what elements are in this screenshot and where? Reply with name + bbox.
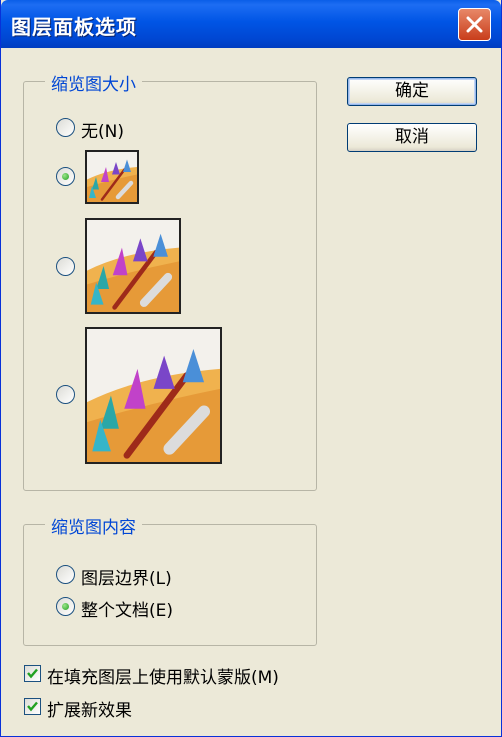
- thumbnail-medium-preview[interactable]: [85, 218, 181, 314]
- check-icon: [27, 701, 38, 712]
- ok-button[interactable]: 确定: [347, 77, 477, 106]
- thumbnail-contents-legend: 缩览图内容: [45, 513, 142, 538]
- thumbnail-size-legend: 缩览图大小: [45, 70, 142, 95]
- thumbnail-small-radio[interactable]: [56, 167, 75, 186]
- entire-document-label[interactable]: 整个文档(E): [81, 596, 173, 621]
- cancel-button[interactable]: 取消: [347, 123, 477, 152]
- thumbnail-large-radio[interactable]: [56, 385, 75, 404]
- expand-new-effects-label[interactable]: 扩展新效果: [47, 696, 132, 721]
- layers-panel-options-dialog: 图层面板选项 确定 取消 缩览图大小 无(N) 缩览图内容 图层边界(L) 整个…: [0, 0, 502, 737]
- radio-selected-dot: [62, 603, 69, 610]
- default-mask-label[interactable]: 在填充图层上使用默认蒙版(M): [47, 663, 279, 688]
- check-icon: [27, 668, 38, 679]
- thumbnail-none-radio[interactable]: [56, 118, 75, 137]
- thumbnail-small-preview[interactable]: [85, 150, 139, 204]
- window-title: 图层面板选项: [11, 15, 137, 39]
- painting-thumbnail-image: [87, 220, 179, 312]
- thumbnail-large-preview[interactable]: [85, 327, 222, 464]
- painting-thumbnail-image: [87, 329, 220, 462]
- default-mask-checkbox[interactable]: [24, 665, 41, 682]
- title-bar: 图层面板选项: [1, 0, 501, 48]
- painting-thumbnail-image: [87, 152, 137, 202]
- layer-bounds-label[interactable]: 图层边界(L): [81, 564, 172, 589]
- entire-document-radio[interactable]: [56, 597, 75, 616]
- thumbnail-none-label[interactable]: 无(N): [81, 117, 124, 142]
- radio-selected-dot: [62, 173, 69, 180]
- expand-new-effects-checkbox[interactable]: [24, 698, 41, 715]
- layer-bounds-radio[interactable]: [56, 565, 75, 584]
- close-icon: [466, 16, 483, 33]
- close-button[interactable]: [458, 8, 491, 41]
- thumbnail-medium-radio[interactable]: [56, 257, 75, 276]
